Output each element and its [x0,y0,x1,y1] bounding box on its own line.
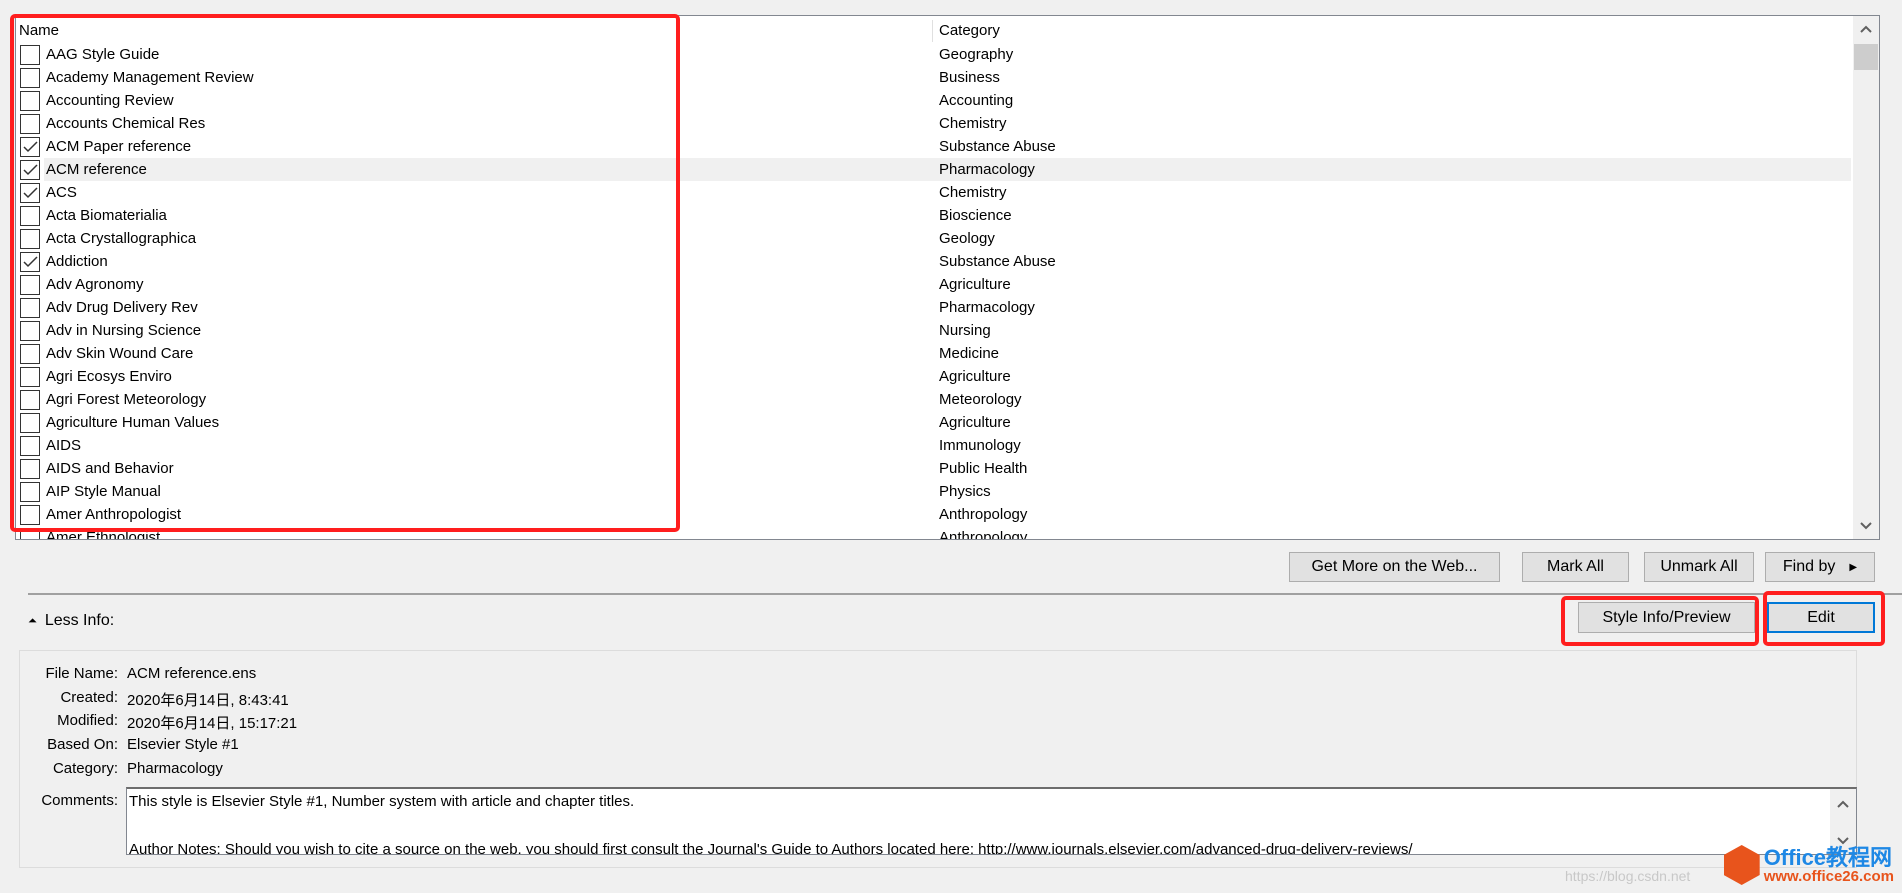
style-category: Agriculture [939,276,1011,293]
comments-label: Comments: [41,792,118,809]
style-category: Geology [939,230,995,247]
style-category: Substance Abuse [939,138,1056,155]
created-value: 2020年6月14日, 8:43:41 [127,692,289,709]
office-logo-icon [1723,845,1760,885]
divider [28,593,1902,595]
style-info-panel: File Name: ACM reference.ens Created: 20… [19,650,1857,868]
style-category: Chemistry [939,184,1007,201]
get-more-on-web-button[interactable]: Get More on the Web... [1289,552,1500,582]
find-by-label: Find by [1782,558,1836,575]
less-info-toggle[interactable]: ⏶ Less Info: [28,612,114,630]
comments-line: Author Notes: Should you wish to cite a … [129,841,1413,855]
style-category: Bioscience [939,207,1012,224]
based-on-label: Based On: [47,736,118,753]
scroll-up-icon[interactable] [1853,16,1879,42]
category-label: Category: [52,760,118,777]
based-on-value: Elsevier Style #1 [127,736,239,753]
highlight-box-edit [1763,591,1885,646]
style-category: Chemistry [939,115,1007,132]
collapse-up-icon: ⏶ [28,614,37,627]
highlight-box-list [10,14,680,532]
style-category: Agriculture [939,414,1011,431]
watermark-brand: Office教程网 [1763,844,1893,870]
find-by-button[interactable]: Find by ▶ [1765,552,1875,582]
style-category: Physics [939,483,991,500]
watermark: Office教程网 www.office26.com [1723,844,1894,885]
file-name-label: File Name: [45,665,118,682]
comments-line: This style is Elsevier Style #1, Number … [129,793,635,810]
style-category: Substance Abuse [939,253,1056,270]
style-category: Public Health [939,460,1028,477]
created-label: Created: [60,689,118,706]
style-category: Nursing [939,322,991,339]
vertical-scrollbar[interactable] [1853,16,1879,539]
mark-all-button[interactable]: Mark All [1522,552,1629,582]
style-category: Pharmacology [939,161,1035,178]
column-header-category[interactable]: Category [939,20,1000,42]
scrollbar-thumb[interactable] [1854,44,1878,70]
style-category: Accounting [939,92,1014,109]
style-category: Immunology [939,437,1021,454]
style-category: Pharmacology [939,299,1035,316]
file-name-value: ACM reference.ens [127,665,257,682]
style-category: Meteorology [939,391,1022,408]
triangle-right-icon: ▶ [1849,561,1858,573]
less-info-label: Less Info: [44,612,115,629]
category-value: Pharmacology [127,760,223,777]
style-category: Geography [939,46,1014,63]
scroll-down-icon[interactable] [1853,513,1879,539]
modified-value: 2020年6月14日, 15:17:21 [127,715,298,732]
column-divider[interactable] [932,20,933,42]
highlight-box-style-info [1561,596,1759,646]
style-category: Medicine [939,345,1000,362]
style-category: Business [939,69,1000,86]
style-category: Anthropology [939,506,1028,523]
unmark-all-button[interactable]: Unmark All [1644,552,1754,582]
comments-textarea[interactable]: This style is Elsevier Style #1, Number … [126,787,1857,855]
style-category: Agriculture [939,368,1011,385]
watermark-faint: https://blog.csdn.net [1565,868,1691,884]
style-category: Anthropology [939,529,1028,540]
modified-label: Modified: [57,712,118,729]
watermark-url: www.office26.com [1763,867,1894,885]
scroll-up-icon[interactable] [1830,791,1856,817]
